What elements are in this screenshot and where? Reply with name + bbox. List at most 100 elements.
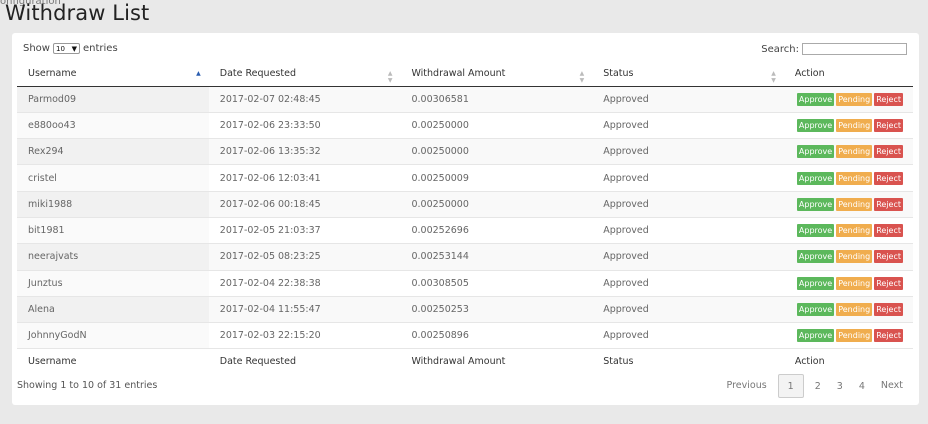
table-row: cristel 2017-02-06 12:03:41 0.00250009 Appr…: [17, 164, 913, 192]
pending-button[interactable]: Pending: [836, 171, 873, 185]
cell-username: e880oo43: [17, 112, 209, 140]
cell-date: 2017-02-07 02:48:45: [208, 86, 401, 113]
cell-amount: 0.00250009: [400, 164, 593, 192]
approve-button[interactable]: Approve: [796, 250, 835, 264]
approve-button[interactable]: Approve: [796, 224, 835, 238]
cell-date: 2017-02-06 00:18:45: [208, 191, 401, 218]
table-row: JohnnyGodN 2017-02-03 22:15:20 0.00250896 A…: [17, 322, 913, 350]
reject-button[interactable]: Reject: [874, 197, 903, 211]
approve-button[interactable]: Approve: [796, 171, 835, 185]
column-header-status[interactable]: Status ▲ ▼: [592, 62, 784, 87]
pending-button[interactable]: Pending: [836, 92, 873, 106]
reject-button[interactable]: Reject: [874, 171, 903, 185]
cell-actions: Approve Pending Reject: [783, 112, 913, 140]
previous-button[interactable]: Previous: [719, 374, 775, 398]
table-row: Junztus 2017-02-04 22:38:38 0.00308505 Appr…: [17, 270, 913, 297]
cell-status: Approved: [592, 322, 784, 350]
footer-header-status: Status: [592, 348, 784, 373]
cell-date: 2017-02-06 13:35:32: [208, 138, 401, 166]
cell-amount: 0.00250896: [400, 322, 593, 350]
reject-button[interactable]: Reject: [874, 250, 903, 264]
page-link-4[interactable]: 4: [851, 375, 873, 399]
page-link-1[interactable]: 1: [777, 374, 804, 398]
column-header-action: Action: [783, 62, 913, 87]
approve-button[interactable]: Approve: [796, 118, 835, 132]
reject-button[interactable]: Reject: [874, 92, 903, 106]
next-button[interactable]: Next: [873, 374, 911, 398]
table-row: e880oo43 2017-02-06 23:33:50 0.00250000 App…: [17, 112, 913, 140]
cell-username: bit1981: [17, 217, 209, 245]
table-row: Parmod09 2017-02-07 02:48:45 0.00306581 App…: [17, 86, 913, 113]
cell-actions: Approve Pending Reject: [783, 243, 913, 271]
pending-button[interactable]: Pending: [836, 303, 873, 317]
reject-button[interactable]: Reject: [874, 145, 903, 159]
pending-button[interactable]: Pending: [836, 197, 873, 211]
page-link-3[interactable]: 3: [829, 375, 851, 399]
cell-amount: 0.00308505: [400, 270, 593, 297]
cell-username: JohnnyGodN: [17, 322, 209, 350]
table-row: miki1988 2017-02-06 00:18:45 0.00250000 App…: [17, 191, 913, 218]
header-row: Username ▲ Date Requested ▲ ▼ Withdrawal Am…: [17, 62, 913, 87]
table-row: neerajvats 2017-02-05 08:23:25 0.00253144 A…: [17, 243, 913, 271]
table-row: bit1981 2017-02-05 21:03:37 0.00252696 Appr…: [17, 217, 913, 245]
cell-username: miki1988: [17, 191, 209, 218]
show-entries-control: Show 10 ▼ entries: [23, 43, 118, 54]
column-header-amount[interactable]: Withdrawal Amount ▲ ▼: [400, 62, 593, 87]
cell-amount: 0.00306581: [400, 86, 593, 113]
pending-button[interactable]: Pending: [836, 276, 873, 290]
cell-username: Junztus: [17, 270, 209, 297]
cell-amount: 0.00250000: [400, 112, 593, 140]
pending-button[interactable]: Pending: [836, 250, 873, 264]
sort-both-icon: ▲ ▼: [387, 70, 393, 84]
cell-username: Rex294: [17, 138, 209, 166]
cell-date: 2017-02-06 23:33:50: [208, 112, 401, 140]
approve-button[interactable]: Approve: [796, 303, 835, 317]
cell-actions: Approve Pending Reject: [783, 86, 913, 113]
pagination: Previous 1234 Next: [719, 374, 911, 398]
entries-label: entries: [82, 43, 118, 54]
cell-date: 2017-02-05 08:23:25: [208, 243, 401, 271]
column-header-date[interactable]: Date Requested ▲ ▼: [208, 62, 401, 87]
cell-username: Parmod09: [17, 86, 209, 113]
cell-username: Alena: [17, 296, 209, 324]
page-link-2[interactable]: 2: [807, 375, 829, 399]
sort-both-icon: ▲ ▼: [579, 70, 585, 84]
withdraw-table: Username ▲ Date Requested ▲ ▼ Withdrawal Am…: [17, 62, 913, 373]
approve-button[interactable]: Approve: [796, 276, 835, 290]
cell-date: 2017-02-06 12:03:41: [208, 164, 401, 192]
chevron-down-icon: ▼: [71, 44, 77, 53]
sort-asc-icon: ▲: [196, 70, 201, 77]
reject-button[interactable]: Reject: [874, 224, 903, 238]
reject-button[interactable]: Reject: [874, 329, 903, 343]
show-label: Show: [23, 43, 50, 54]
cell-status: Approved: [592, 164, 784, 192]
cell-actions: Approve Pending Reject: [783, 322, 913, 350]
cell-actions: Approve Pending Reject: [783, 270, 913, 297]
approve-button[interactable]: Approve: [796, 145, 835, 159]
table-info: Showing 1 to 10 of 31 entries: [17, 380, 158, 391]
cell-status: Approved: [592, 243, 784, 271]
cell-date: 2017-02-04 11:55:47: [208, 296, 401, 324]
pending-button[interactable]: Pending: [836, 329, 873, 343]
search-input[interactable]: [802, 43, 907, 55]
reject-button[interactable]: Reject: [874, 118, 903, 132]
pending-button[interactable]: Pending: [836, 145, 873, 159]
cell-date: 2017-02-03 22:15:20: [208, 322, 401, 350]
approve-button[interactable]: Approve: [796, 92, 835, 106]
cell-actions: Approve Pending Reject: [783, 217, 913, 245]
cell-actions: Approve Pending Reject: [783, 138, 913, 166]
approve-button[interactable]: Approve: [796, 197, 835, 211]
pending-button[interactable]: Pending: [836, 118, 873, 132]
cell-amount: 0.00253144: [400, 243, 593, 271]
pending-button[interactable]: Pending: [836, 224, 873, 238]
approve-button[interactable]: Approve: [796, 329, 835, 343]
cell-actions: Approve Pending Reject: [783, 191, 913, 218]
cell-status: Approved: [592, 270, 784, 297]
table-body: Parmod09 2017-02-07 02:48:45 0.00306581 App…: [17, 86, 913, 350]
column-header-username[interactable]: Username ▲: [17, 62, 209, 87]
reject-button[interactable]: Reject: [874, 276, 903, 290]
cell-status: Approved: [592, 296, 784, 324]
entries-select[interactable]: 10 ▼: [52, 43, 80, 54]
sort-both-icon: ▲ ▼: [771, 70, 776, 84]
reject-button[interactable]: Reject: [874, 303, 903, 317]
